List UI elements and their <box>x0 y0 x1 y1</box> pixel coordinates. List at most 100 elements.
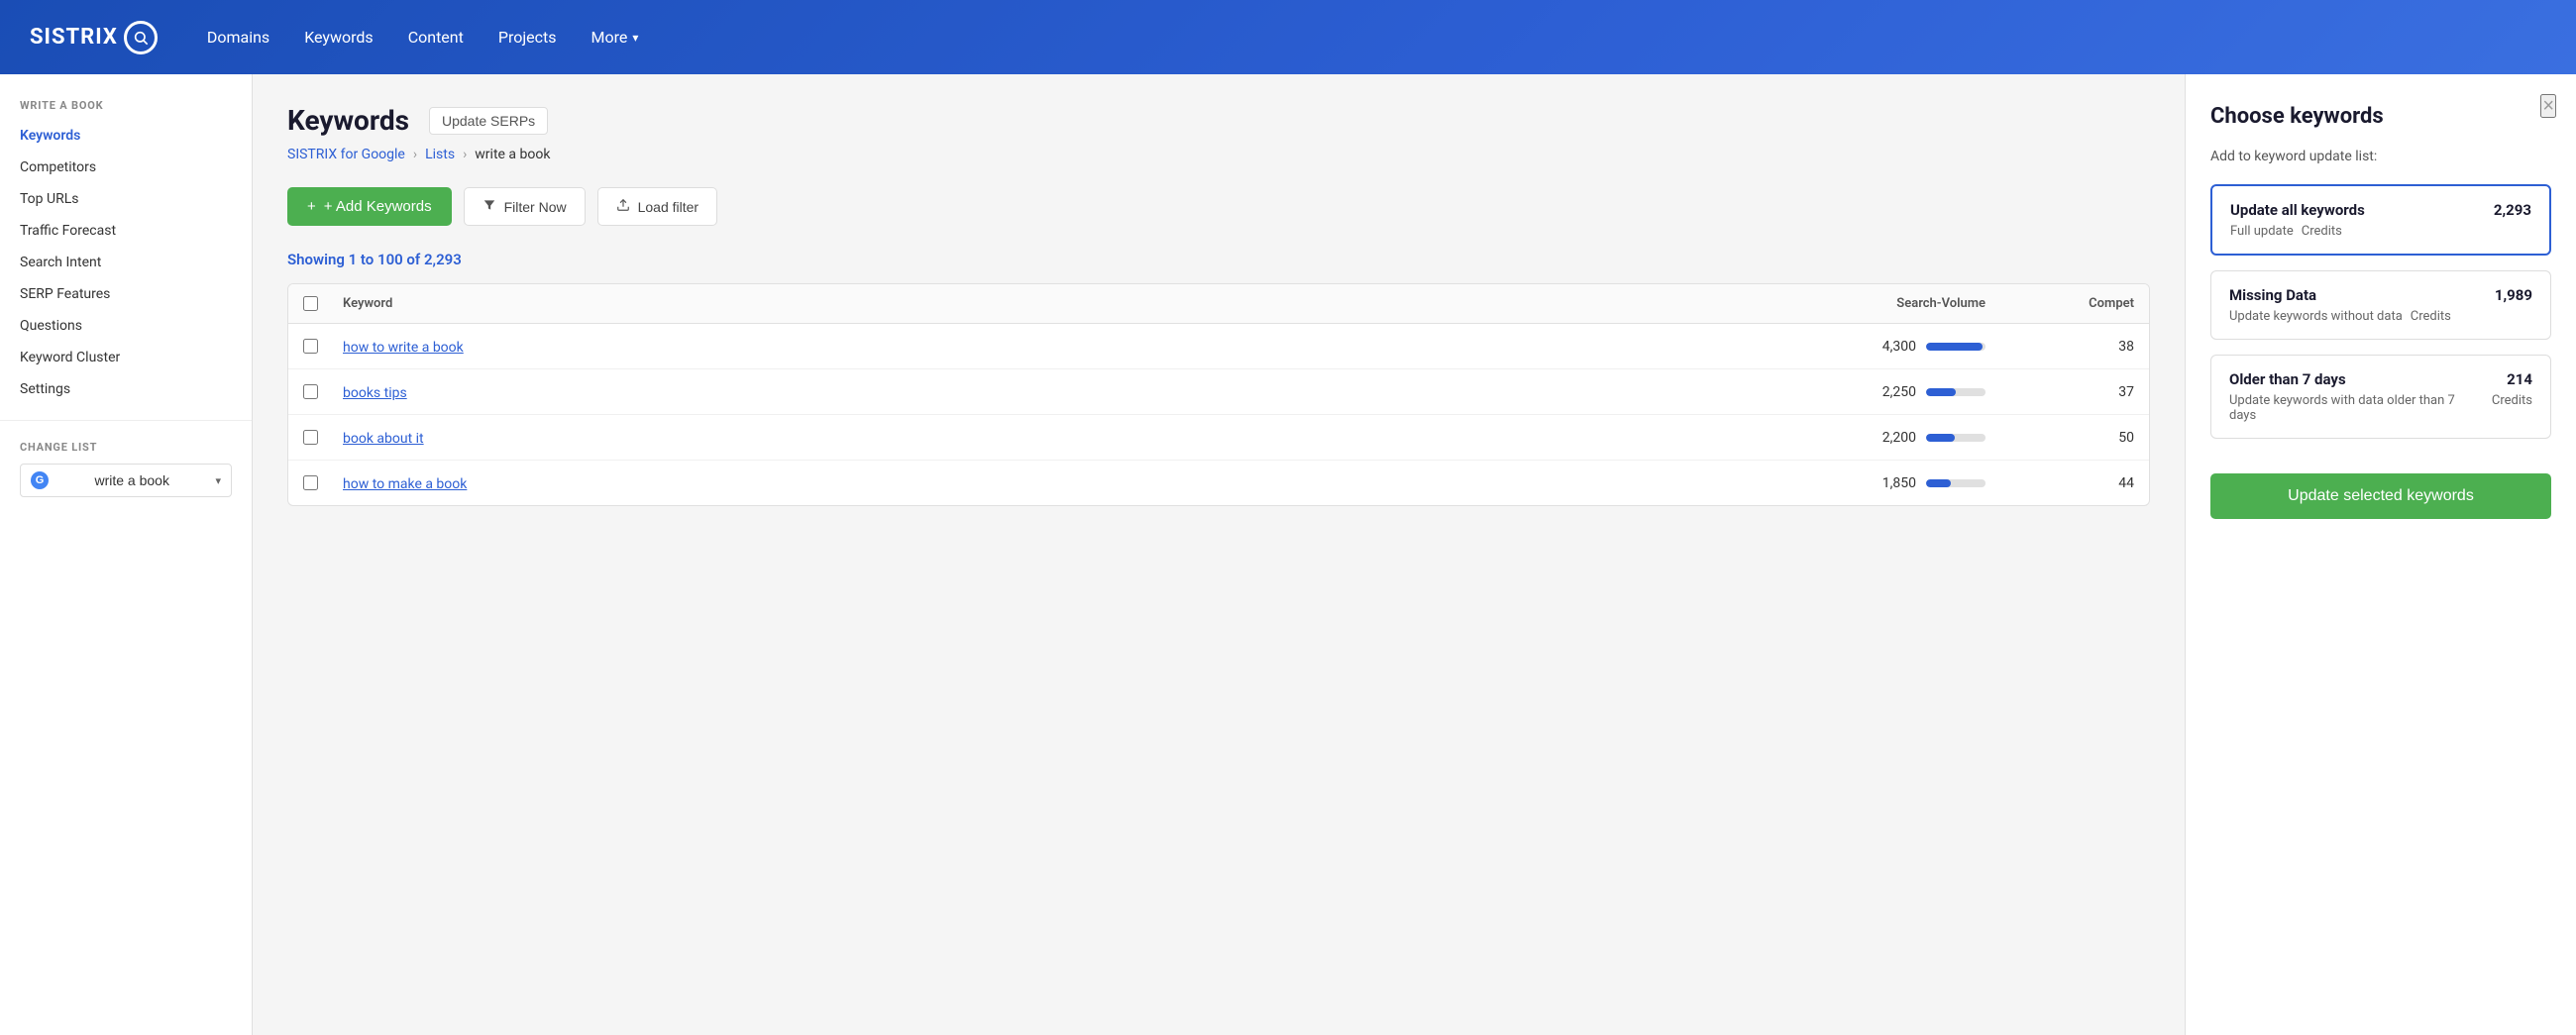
content-header: Keywords Update SERPs <box>287 104 2150 137</box>
option-all-count: 2,293 <box>2494 201 2531 219</box>
google-icon: G <box>31 471 49 489</box>
keywords-table: Keyword Search-Volume Compet how to writ… <box>287 283 2150 506</box>
close-button[interactable]: × <box>2540 94 2556 118</box>
breadcrumb-lists[interactable]: Lists <box>425 147 455 162</box>
option-all-desc-left: Full update <box>2230 224 2294 239</box>
filter-now-button[interactable]: Filter Now <box>464 187 586 226</box>
volume-number: 2,250 <box>1867 384 1916 400</box>
breadcrumb-sep-1: › <box>413 147 417 162</box>
row-checkbox[interactable] <box>303 339 318 354</box>
table-header: Keyword Search-Volume Compet <box>288 284 2149 324</box>
volume-cell: 1,850 <box>1787 475 1986 491</box>
compet-cell: 38 <box>1986 339 2134 355</box>
row-checkbox[interactable] <box>303 430 318 445</box>
nav-more[interactable]: More ▾ <box>591 28 639 47</box>
volume-number: 1,850 <box>1867 475 1916 491</box>
breadcrumb-current: write a book <box>475 147 550 162</box>
keyword-cell: books tips <box>343 382 1787 401</box>
showing-text: Showing 1 to 100 of 2,293 <box>287 251 2150 268</box>
nav-content[interactable]: Content <box>408 28 464 47</box>
compet-cell: 44 <box>1986 475 2134 491</box>
logo-text: SISTRIX <box>30 25 118 50</box>
option-all-header: Update all keywords 2,293 <box>2230 201 2531 219</box>
update-selected-button[interactable]: Update selected keywords <box>2210 473 2551 519</box>
keyword-link[interactable]: book about it <box>343 431 424 447</box>
option-all-title: Update all keywords <box>2230 201 2365 219</box>
option-older-count: 214 <box>2507 370 2532 388</box>
panel-subtitle: Add to keyword update list: <box>2210 149 2551 164</box>
change-list-label: CHANGE LIST <box>20 441 232 454</box>
row-checkbox-cell[interactable] <box>303 339 343 354</box>
option-missing-desc: Update keywords without data Credits <box>2229 309 2532 324</box>
option-missing-desc-right: Credits <box>2411 309 2451 324</box>
nav-domains[interactable]: Domains <box>207 28 269 47</box>
option-older-title: Older than 7 days <box>2229 370 2346 388</box>
keyword-link[interactable]: how to write a book <box>343 340 464 356</box>
sidebar-item-competitors[interactable]: Competitors <box>0 152 252 183</box>
keyword-cell: how to make a book <box>343 473 1787 492</box>
row-checkbox[interactable] <box>303 384 318 399</box>
row-checkbox-cell[interactable] <box>303 475 343 490</box>
select-all-checkbox[interactable] <box>303 296 318 311</box>
row-checkbox-cell[interactable] <box>303 384 343 399</box>
upload-icon <box>616 198 630 215</box>
main-nav: Domains Keywords Content Projects More ▾ <box>207 28 639 47</box>
table-row: how to write a book 4,300 38 <box>288 324 2149 369</box>
update-serps-button[interactable]: Update SERPs <box>429 107 548 135</box>
plus-icon: + <box>307 198 316 215</box>
load-filter-button[interactable]: Load filter <box>597 187 717 226</box>
sidebar-item-serp-features[interactable]: SERP Features <box>0 278 252 310</box>
volume-bar-fill <box>1926 388 1956 396</box>
list-selector[interactable]: G write a book ▾ <box>20 464 232 497</box>
keyword-cell: book about it <box>343 428 1787 447</box>
filter-icon <box>483 198 496 215</box>
action-bar: + + Add Keywords Filter Now Load filter <box>287 187 2150 226</box>
volume-bar-fill <box>1926 479 1951 487</box>
sidebar-item-search-intent[interactable]: Search Intent <box>0 247 252 278</box>
sidebar-item-settings[interactable]: Settings <box>0 373 252 405</box>
table-row: books tips 2,250 37 <box>288 369 2149 415</box>
panel-title: Choose keywords <box>2210 104 2551 129</box>
row-checkbox-cell[interactable] <box>303 430 343 445</box>
add-keywords-button[interactable]: + + Add Keywords <box>287 187 452 226</box>
volume-bar-fill <box>1926 434 1955 442</box>
breadcrumb-sistrix[interactable]: SISTRIX for Google <box>287 147 405 162</box>
page-title: Keywords <box>287 104 409 137</box>
volume-bar-fill <box>1926 343 1983 351</box>
breadcrumb: SISTRIX for Google › Lists › write a boo… <box>287 147 2150 162</box>
option-missing-header: Missing Data 1,989 <box>2229 286 2532 304</box>
content-area: Keywords Update SERPs SISTRIX for Google… <box>253 74 2185 1035</box>
volume-number: 4,300 <box>1867 339 1916 355</box>
sidebar-section-title: WRITE A BOOK <box>0 99 252 120</box>
sidebar-item-traffic-forecast[interactable]: Traffic Forecast <box>0 215 252 247</box>
row-checkbox[interactable] <box>303 475 318 490</box>
option-older-desc: Update keywords with data older than 7 d… <box>2229 393 2532 423</box>
keyword-link[interactable]: books tips <box>343 385 407 401</box>
option-older[interactable]: Older than 7 days 214 Update keywords wi… <box>2210 355 2551 439</box>
right-panel: Choose keywords × Add to keyword update … <box>2185 74 2576 1035</box>
sidebar-item-keywords[interactable]: Keywords <box>0 120 252 152</box>
table-row: how to make a book 1,850 44 <box>288 461 2149 505</box>
volume-cell: 2,250 <box>1787 384 1986 400</box>
option-update-all[interactable]: Update all keywords 2,293 Full update Cr… <box>2210 184 2551 256</box>
main-layout: WRITE A BOOK Keywords Competitors Top UR… <box>0 74 2576 1035</box>
chevron-down-icon: ▾ <box>632 31 638 45</box>
option-missing-count: 1,989 <box>2495 286 2532 304</box>
option-missing-data[interactable]: Missing Data 1,989 Update keywords witho… <box>2210 270 2551 340</box>
keyword-link[interactable]: how to make a book <box>343 476 467 492</box>
keyword-cell: how to write a book <box>343 337 1787 356</box>
nav-keywords[interactable]: Keywords <box>304 28 374 47</box>
logo-icon <box>124 21 158 54</box>
th-keyword: Keyword <box>343 296 1787 311</box>
select-all-cell[interactable] <box>303 296 343 311</box>
volume-bar-bg <box>1926 434 1986 442</box>
volume-cell: 2,200 <box>1787 430 1986 446</box>
sidebar-item-questions[interactable]: Questions <box>0 310 252 342</box>
logo[interactable]: SISTRIX <box>30 21 158 54</box>
volume-cell: 4,300 <box>1787 339 1986 355</box>
sidebar-item-top-urls[interactable]: Top URLs <box>0 183 252 215</box>
sidebar-item-keyword-cluster[interactable]: Keyword Cluster <box>0 342 252 373</box>
nav-projects[interactable]: Projects <box>498 28 557 47</box>
breadcrumb-sep-2: › <box>463 147 467 162</box>
option-older-desc-right: Credits <box>2492 393 2532 423</box>
